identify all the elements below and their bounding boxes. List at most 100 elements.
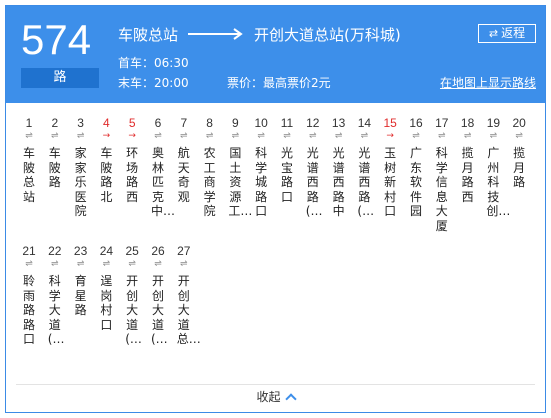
stop-item[interactable]: 3 ⇌ 家家乐医院 bbox=[68, 116, 94, 219]
stop-number: 19 bbox=[486, 116, 501, 130]
stop-number: 27 bbox=[177, 244, 191, 258]
stop-name: 车陂总站 bbox=[22, 146, 35, 204]
route-header: 574 路 车陂总站 开创大道总站(万科城) 首车：06:30 末车：20:00… bbox=[6, 6, 545, 103]
stop-item[interactable]: 27 ⇌ 开创大道总… bbox=[171, 244, 201, 347]
stop-item[interactable]: 23 ⇌ 育星路 bbox=[68, 244, 94, 318]
bidirectional-arrow-icon: ⇌ bbox=[180, 131, 188, 141]
stop-number: 22 bbox=[48, 244, 62, 258]
bidirectional-arrow-icon: ⇌ bbox=[205, 131, 214, 141]
stop-number: 21 bbox=[22, 244, 36, 258]
bidirectional-arrow-icon: ⇌ bbox=[360, 131, 369, 141]
direction-arrow-icon: → bbox=[102, 131, 111, 141]
bidirectional-arrow-icon: ⇌ bbox=[51, 259, 59, 269]
bidirectional-arrow-icon: ⇌ bbox=[412, 131, 420, 141]
bidirectional-arrow-icon: ⇌ bbox=[76, 131, 85, 141]
stop-name: 揽月路 bbox=[513, 146, 526, 189]
stop-name: 车陂路 bbox=[48, 146, 61, 189]
stop-item[interactable]: 11 ⇌ 光宝路口 bbox=[274, 116, 300, 204]
show-on-map-link[interactable]: 在地图上显示路线 bbox=[440, 73, 536, 93]
bidirectional-arrow-icon: ⇌ bbox=[309, 131, 317, 141]
stop-number: 1 bbox=[25, 116, 33, 130]
stop-item[interactable]: 22 ⇌ 科学大道(… bbox=[42, 244, 68, 347]
stop-item[interactable]: 10 ⇌ 科学城路口 bbox=[248, 116, 274, 219]
stop-name: 光宝路口 bbox=[280, 146, 293, 204]
stop-name: 玉树新村口 bbox=[384, 146, 397, 218]
stop-item[interactable]: 21 ⇌ 聆雨路路口 bbox=[16, 244, 42, 347]
stop-list: 1 ⇌ 车陂总站 2 ⇌ 车陂路 3 ⇌ 家家乐医院 4 → 车陂路北 5 → 环场路西 6 ⇌ 奥林匹克中… 7 ⇌… bbox=[16, 116, 541, 372]
bidirectional-arrow-icon: ⇌ bbox=[334, 131, 343, 141]
route-suffix-badge: 路 bbox=[21, 68, 99, 88]
bidirectional-arrow-icon: ⇌ bbox=[180, 259, 188, 269]
stop-item[interactable]: 6 ⇌ 奥林匹克中… bbox=[145, 116, 176, 219]
destination-station: 开创大道总站(万科城) bbox=[254, 25, 401, 44]
bidirectional-arrow-icon: ⇌ bbox=[25, 131, 33, 141]
direction-arrow-icon: → bbox=[128, 131, 136, 141]
stop-row: 21 ⇌ 聆雨路路口 22 ⇌ 科学大道(… 23 ⇌ 育星路 24 ⇌ 逞岗村口 25 ⇌ 开创大道(… 2… bbox=[16, 244, 541, 372]
fare-info: 票价：最高票价2元 bbox=[227, 76, 331, 90]
stop-item[interactable]: 8 ⇌ 农工商学院 bbox=[197, 116, 223, 219]
stop-row: 1 ⇌ 车陂总站 2 ⇌ 车陂路 3 ⇌ 家家乐医院 4 → 车陂路北 5 → 环场路西 6 ⇌ 奥林匹克中… 7 ⇌… bbox=[16, 116, 541, 244]
stop-item[interactable]: 24 ⇌ 逞岗村口 bbox=[93, 244, 119, 332]
bidirectional-arrow-icon: ⇌ bbox=[154, 131, 162, 141]
stop-name: 科学城路口 bbox=[255, 146, 268, 218]
stop-name: 揽月路西 bbox=[461, 146, 474, 204]
stop-item[interactable]: 9 ⇌ 国土资源工… bbox=[222, 116, 253, 219]
stop-name: 开创大道(… bbox=[151, 274, 168, 346]
stop-item[interactable]: 5 → 环场路西 bbox=[119, 116, 145, 204]
stop-number: 5 bbox=[128, 116, 136, 130]
bidirectional-arrow-icon: ⇌ bbox=[102, 259, 111, 269]
stop-item[interactable]: 20 ⇌ 揽月路 bbox=[506, 116, 532, 190]
bidirectional-arrow-icon: ⇌ bbox=[76, 259, 85, 269]
return-label: 返程 bbox=[501, 26, 526, 40]
stop-name: 光谱西路(… bbox=[305, 146, 323, 218]
stop-number: 13 bbox=[331, 116, 346, 130]
stop-item[interactable]: 14 ⇌ 光谱西路(… bbox=[351, 116, 377, 219]
chevron-up-icon bbox=[284, 393, 297, 405]
stop-item[interactable]: 17 ⇌ 科学信息大厦 bbox=[429, 116, 455, 233]
stop-name: 逞岗村口 bbox=[100, 274, 113, 332]
route-number: 574 bbox=[21, 16, 92, 63]
stop-item[interactable]: 18 ⇌ 揽月路西 bbox=[455, 116, 481, 204]
stop-number: 11 bbox=[280, 116, 294, 130]
stop-item[interactable]: 26 ⇌ 开创大道(… bbox=[145, 244, 171, 347]
service-times: 首车：06:30 末车：20:00 bbox=[118, 53, 189, 93]
bidirectional-arrow-icon: ⇌ bbox=[283, 131, 291, 141]
stop-item[interactable]: 2 ⇌ 车陂路 bbox=[42, 116, 68, 190]
stop-name: 航天奇观 bbox=[177, 146, 190, 204]
bus-route-panel: 574 路 车陂总站 开创大道总站(万科城) 首车：06:30 末车：20:00… bbox=[5, 5, 546, 413]
stop-name: 国土资源工… bbox=[228, 146, 253, 218]
stop-item[interactable]: 4 → 车陂路北 bbox=[93, 116, 119, 204]
stop-number: 20 bbox=[512, 116, 526, 130]
collapse-button[interactable]: 收起 bbox=[6, 386, 545, 408]
stop-item[interactable]: 19 ⇌ 广州科技创… bbox=[480, 116, 510, 219]
bidirectional-arrow-icon: ⇌ bbox=[515, 131, 523, 141]
return-direction-button[interactable]: ⇄ 返程 bbox=[478, 24, 536, 43]
stop-number: 4 bbox=[103, 116, 110, 130]
stop-item[interactable]: 12 ⇌ 光谱西路(… bbox=[300, 116, 326, 219]
stop-name: 光谱西路中 bbox=[332, 146, 345, 218]
stop-number: 7 bbox=[180, 116, 188, 130]
bidirectional-arrow-icon: ⇌ bbox=[231, 131, 240, 141]
bidirectional-arrow-icon: ⇌ bbox=[154, 259, 162, 269]
stop-item[interactable]: 1 ⇌ 车陂总站 bbox=[16, 116, 42, 204]
swap-icon: ⇄ bbox=[488, 27, 499, 40]
bidirectional-arrow-icon: ⇌ bbox=[463, 131, 472, 141]
stop-number: 24 bbox=[99, 244, 114, 258]
stop-item[interactable]: 15 → 玉树新村口 bbox=[377, 116, 403, 219]
stop-name: 环场路西 bbox=[126, 146, 139, 204]
stop-name: 科学大道(… bbox=[47, 274, 65, 346]
bidirectional-arrow-icon: ⇌ bbox=[25, 259, 33, 269]
stop-item[interactable]: 7 ⇌ 航天奇观 bbox=[171, 116, 197, 204]
stop-item[interactable]: 13 ⇌ 光谱西路中 bbox=[326, 116, 352, 219]
stop-item[interactable]: 16 ⇌ 广东软件园 bbox=[403, 116, 429, 219]
origin-station: 车陂总站 bbox=[118, 25, 179, 44]
route-direction: 车陂总站 开创大道总站(万科城) bbox=[118, 22, 401, 46]
stop-item[interactable]: 25 ⇌ 开创大道(… bbox=[119, 244, 145, 347]
last-bus-time: 末车：20:00 bbox=[118, 76, 189, 90]
stop-number: 15 bbox=[383, 116, 397, 130]
direction-arrow-icon: → bbox=[386, 131, 394, 141]
first-bus-time: 首车：06:30 bbox=[118, 56, 189, 70]
bidirectional-arrow-icon: ⇌ bbox=[51, 131, 59, 141]
divider bbox=[16, 384, 535, 385]
stop-name: 奥林匹克中… bbox=[151, 146, 176, 218]
